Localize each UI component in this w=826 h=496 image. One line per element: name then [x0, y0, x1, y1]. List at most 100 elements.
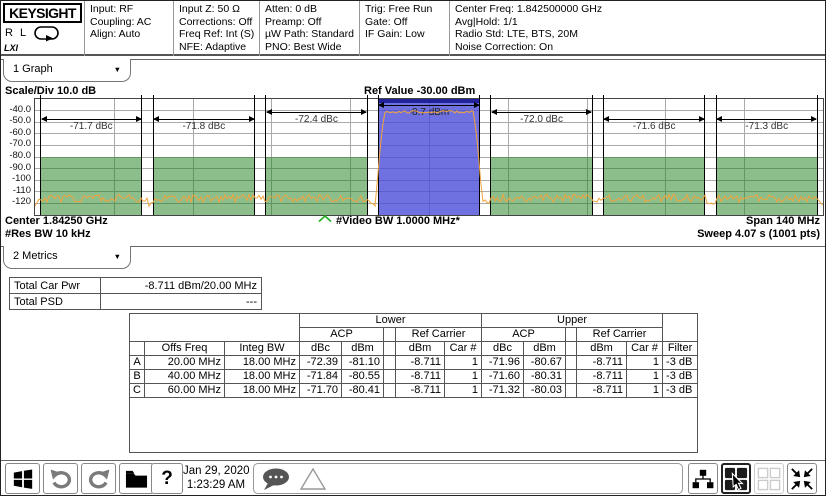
keysight-logo-cell: KEYSIGHT R L LXI [1, 1, 84, 56]
header-info-line: Noise Correction: On [455, 41, 826, 54]
acp-cell: -8.711 [396, 370, 445, 384]
acp-cell: 18.00 MHz [225, 356, 300, 370]
total-psd-row: Total PSD --- [10, 294, 262, 310]
acp-cell: 20.00 MHz [145, 356, 225, 370]
y-axis-tick-label: -100 [1, 173, 31, 184]
graph-selector-label: 1 Graph [13, 63, 53, 75]
chevron-down-icon: ▼ [114, 65, 121, 74]
acp-cell: -8.711 [396, 384, 445, 398]
header-info-line: Preamp: Off [265, 16, 359, 29]
collapse-arrows-icon [790, 467, 814, 491]
acp-col-header: Offs Freq [145, 342, 225, 356]
acp-cell: B [130, 370, 145, 384]
offset-power-label: -71.7 dBc [41, 121, 142, 132]
channel-boundary-line [716, 95, 717, 215]
span-label: Span 140 MHz [746, 215, 820, 227]
acp-cell: -71.96 [482, 356, 524, 370]
status-header: KEYSIGHT R L LXI Input: RFCoupling: ACAl… [1, 1, 826, 56]
acp-col-header: Integ BW [225, 342, 300, 356]
window-select-icon [724, 467, 748, 491]
acp-subgroup-acp: ACP [482, 328, 566, 342]
folder-icon [125, 469, 148, 489]
acp-col-header: dBc [482, 342, 524, 356]
header-info-line: Radio Std: LTE, BTS, 20M [455, 28, 826, 41]
header-info-line: µW Path: Standard [265, 28, 359, 41]
carrier-top-band [378, 99, 479, 103]
acp-col-header: dBm [524, 342, 566, 356]
acp-row: C60.00 MHz18.00 MHz-71.70-80.41-8.7111-7… [130, 384, 698, 398]
acp-cell: -8.711 [577, 356, 627, 370]
acp-col-header: Car # [445, 342, 482, 356]
acp-cell: C [130, 384, 145, 398]
metric-label: Total Car Pwr [10, 278, 101, 294]
acp-group-lower: Lower [300, 314, 482, 328]
acp-cell: -71.32 [482, 384, 524, 398]
channel-boundary-line [603, 95, 604, 215]
window-select-button[interactable] [721, 463, 751, 494]
metrics-selector-label: 2 Metrics [13, 250, 58, 262]
redo-button[interactable] [81, 463, 116, 494]
sequence-setup-button[interactable] [688, 463, 718, 494]
header-info-line: Gate: Off [365, 16, 449, 29]
acp-spacer [384, 328, 396, 342]
header-info-col: Input: RFCoupling: ACAlign: Auto [84, 1, 173, 56]
channel-width-arrow [154, 119, 253, 120]
y-axis-tick-label: -40.0 [1, 104, 31, 115]
acp-cell: 1 [627, 356, 663, 370]
node-tree-icon [691, 468, 715, 490]
undo-icon [49, 468, 73, 490]
acp-cell: -71.70 [300, 384, 342, 398]
acp-blank-header [663, 314, 698, 342]
acp-cell [384, 370, 396, 384]
header-info-col: Trig: Free RunGate: OffIF Gain: Low [359, 1, 449, 56]
acp-cell: -72.39 [300, 356, 342, 370]
toolbar-divider [1, 460, 826, 461]
header-info-line: Trig: Free Run [365, 3, 449, 16]
channel-boundary-line [704, 95, 705, 215]
header-info-col: Atten: 0 dBPreamp: OffµW Path: StandardP… [259, 1, 359, 56]
channel-boundary-line [254, 95, 255, 215]
header-info-line: Input Z: 50 Ω [179, 3, 259, 16]
graph-selector-dropdown[interactable]: 1 Graph ▼ [3, 59, 131, 82]
limit-region [266, 157, 367, 215]
acp-cell: -80.41 [342, 384, 384, 398]
message-status-area[interactable] [253, 463, 683, 494]
y-axis-tick-label: -70.0 [1, 138, 31, 149]
header-info-line: PNO: Best Wide [265, 41, 359, 54]
header-info-line: Center Freq: 1.842500000 GHz [455, 3, 826, 16]
undo-button[interactable] [43, 463, 78, 494]
acp-col-header: dBm [577, 342, 627, 356]
window-layout-button[interactable] [754, 463, 784, 494]
header-info-col: Input Z: 50 ΩCorrections: OffFreq Ref: I… [173, 1, 259, 56]
acp-cell: -3 dB [663, 370, 698, 384]
channel-width-arrow [379, 105, 478, 106]
acp-subgroup-refcarrier: Ref Carrier [577, 328, 663, 342]
acp-cell: -8.711 [577, 384, 627, 398]
offset-power-label: -71.3 dBc [716, 121, 817, 132]
acp-cell: 1 [627, 370, 663, 384]
acp-cell [566, 384, 577, 398]
header-info-line: Freq Ref: Int (S) [179, 28, 259, 41]
help-button[interactable]: ? [151, 463, 183, 494]
time-text: 1:23:29 AM [183, 479, 249, 493]
metrics-selector-dropdown[interactable]: 2 Metrics ▼ [3, 246, 131, 269]
continuous-sweep-icon [33, 25, 61, 43]
home-button[interactable] [5, 463, 40, 494]
file-button[interactable] [119, 463, 154, 494]
acp-cell: 60.00 MHz [145, 384, 225, 398]
acp-cell [384, 356, 396, 370]
offset-power-label: -71.6 dBc [603, 121, 704, 132]
acp-blank-header [130, 314, 300, 342]
acp-cell: A [130, 356, 145, 370]
spectrum-plot[interactable]: -71.7 dBc-71.8 dBc-72.4 dBc-8.7 dBm-72.0… [34, 98, 824, 216]
acp-col-header [130, 342, 145, 356]
acp-cell [384, 384, 396, 398]
channel-boundary-line [817, 95, 818, 215]
metric-value: --- [101, 294, 262, 310]
alert-triangle-icon [300, 467, 328, 492]
scale-div-label: Scale/Div 10.0 dB [5, 85, 96, 97]
acp-cell: -80.03 [524, 384, 566, 398]
collapse-view-button[interactable] [787, 463, 817, 494]
date-text: Jan 29, 2020 [183, 465, 249, 479]
acp-cell: -80.55 [342, 370, 384, 384]
